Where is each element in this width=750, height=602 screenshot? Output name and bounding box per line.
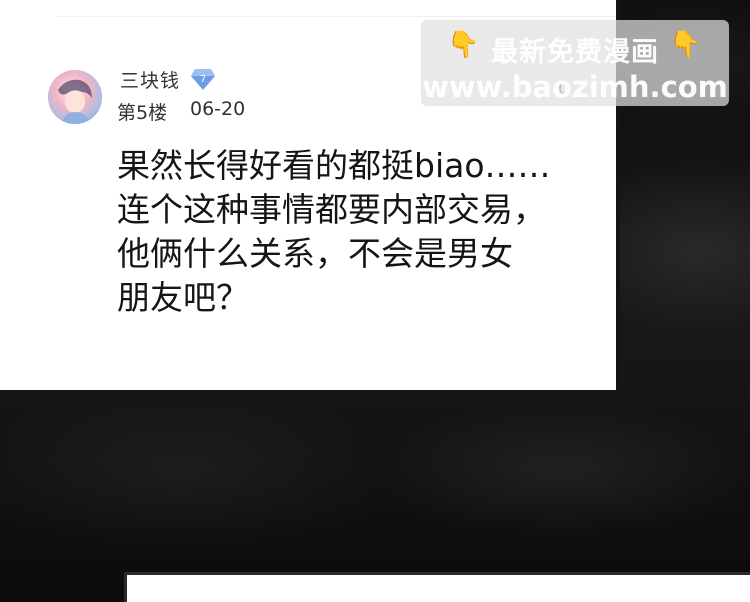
comment-line: 他俩什么关系，不会是男女 (117, 234, 513, 273)
comment-line: 朋友吧？ (117, 278, 249, 317)
avatar[interactable] (48, 70, 102, 124)
divider (56, 16, 616, 17)
comment-text: 果然长得好看的都挺biao…… 连个这种事情都要内部交易， 他俩什么关系，不会是… (117, 144, 587, 320)
avatar-image (48, 70, 102, 124)
username[interactable]: 三块钱 (120, 66, 180, 93)
level-badge: 7 (190, 67, 216, 91)
floor-label: 第5楼 (117, 102, 168, 124)
level-badge-number: 7 (200, 74, 206, 85)
watermark-url: www.baozimh.com (422, 70, 728, 104)
next-panel-edge (124, 572, 750, 602)
pointing-down-hand-icon: 👇 (447, 30, 481, 60)
watermark-title: 最新免费漫画 (491, 37, 659, 68)
comment-line: 果然长得好看的都挺biao…… (117, 146, 551, 185)
comment-line: 连个这种事情都要内部交易， (117, 190, 546, 229)
comment-date: 06-20 (190, 98, 246, 120)
watermark: 👇 最新免费漫画 👇 www.baozimh.com (421, 20, 729, 106)
pointing-down-hand-icon: 👇 (669, 30, 703, 60)
watermark-title-row: 👇 最新免费漫画 👇 (421, 30, 729, 69)
